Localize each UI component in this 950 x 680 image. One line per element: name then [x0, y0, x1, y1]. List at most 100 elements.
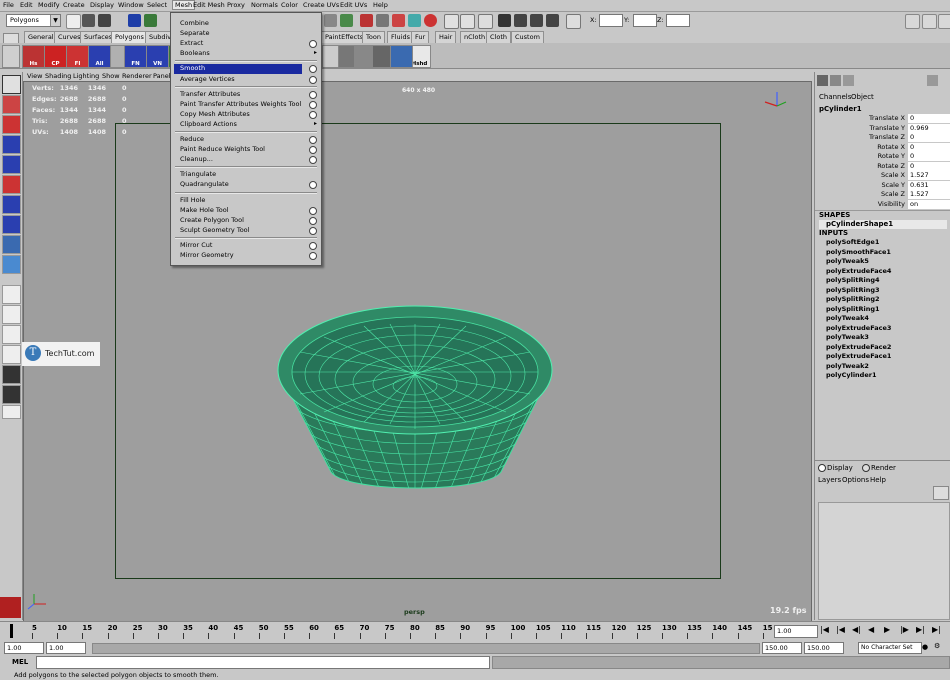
slider-icon[interactable] — [478, 14, 493, 29]
render-globals-icon[interactable] — [546, 14, 559, 27]
menu-select[interactable]: Select — [147, 1, 167, 9]
playback-end-field[interactable]: 150.00 — [762, 642, 802, 654]
help-menu[interactable]: Help — [870, 476, 886, 484]
last-tool-icon[interactable] — [2, 255, 21, 274]
channel-box-options-icon[interactable] — [927, 75, 938, 86]
shelf-button-fn[interactable]: FN — [124, 45, 147, 68]
option-box-icon[interactable] — [309, 146, 317, 155]
tab-painteffects[interactable]: PaintEffects — [321, 31, 368, 43]
show-manip-icon[interactable] — [2, 235, 21, 254]
option-box-icon[interactable] — [309, 156, 317, 165]
channel-visibility-value[interactable]: on — [908, 199, 950, 209]
end-time-field[interactable]: 150.00 — [804, 642, 844, 654]
menu-item-fill-hole[interactable]: Fill Hole — [171, 196, 321, 206]
menu-item-booleans[interactable]: Booleans ▸ — [171, 49, 321, 59]
menu-set-selector[interactable]: Polygons ▼ — [6, 14, 61, 27]
menu-item-copy-mesh-attributes[interactable]: Copy Mesh Attributes — [171, 110, 321, 120]
new-scene-icon[interactable] — [66, 14, 81, 29]
option-box-icon[interactable] — [309, 75, 317, 84]
current-time-marker[interactable] — [10, 624, 13, 638]
options-menu[interactable]: Options — [842, 476, 869, 484]
menu-normals[interactable]: Normals — [251, 1, 278, 9]
channel-box-mode-icon[interactable] — [817, 75, 828, 86]
shelf-menu-icon[interactable] — [2, 45, 20, 68]
option-box-icon[interactable] — [309, 216, 317, 225]
four-view-layout-icon[interactable] — [2, 305, 21, 324]
current-frame-field[interactable]: 1.00 — [774, 625, 818, 638]
go-to-end-icon[interactable]: ▶| — [932, 625, 941, 634]
shelf-button-fi[interactable]: FI — [66, 45, 89, 68]
option-box-icon[interactable] — [309, 65, 317, 74]
shelf-button-cp[interactable]: CP — [44, 45, 67, 68]
ipr-render-icon[interactable] — [530, 14, 543, 27]
step-back-icon[interactable]: ◀| — [852, 625, 861, 634]
tab-hair[interactable]: Hair — [435, 31, 457, 43]
menu-item-paint-reduce-weights-tool[interactable]: Paint Reduce Weights Tool — [171, 145, 321, 155]
input-node-polycylinder1[interactable]: polyCylinder1 — [826, 371, 876, 379]
channel-scale-y-value[interactable]: 0.631 — [908, 180, 950, 190]
input-node-polysmoothface1[interactable]: polySmoothFace1 — [826, 248, 891, 256]
start-time-field[interactable]: 1.00 — [4, 642, 44, 654]
play-forward-icon[interactable]: ▶ — [884, 625, 890, 634]
shelf-button-hs[interactable]: Hs — [22, 45, 45, 68]
playback-start-field[interactable]: 1.00 — [46, 642, 86, 654]
snap-point-icon[interactable] — [360, 14, 373, 27]
attribute-editor-toggle-icon[interactable] — [922, 14, 937, 29]
channel-rotate-y-value[interactable]: 0 — [908, 152, 950, 161]
channel-translate-y-value[interactable]: 0.969 — [908, 123, 950, 133]
construction-history-icon[interactable] — [424, 14, 437, 27]
z-field[interactable] — [666, 14, 690, 27]
y-field[interactable] — [633, 14, 657, 27]
menu-mesh[interactable]: Mesh — [172, 0, 196, 10]
channel-translate-z-value[interactable]: 0 — [908, 133, 950, 142]
menu-item-extract[interactable]: Extract — [171, 39, 321, 49]
render-view-icon[interactable] — [498, 14, 511, 27]
menu-item-make-hole-tool[interactable]: Make Hole Tool — [171, 206, 321, 216]
input-node-polysplitring4[interactable]: polySplitRing4 — [826, 276, 880, 284]
step-forward-icon[interactable]: |▶ — [900, 625, 909, 634]
menu-item-separate[interactable]: Separate — [171, 29, 321, 39]
channel-scale-z-value[interactable]: 1.527 — [908, 190, 950, 199]
output-line-icon[interactable] — [460, 14, 475, 29]
menu-item-paint-transfer-attributes-weights-tool[interactable]: Paint Transfer Attributes Weights Tool — [171, 100, 321, 110]
menu-item-sculpt-geometry-tool[interactable]: Sculpt Geometry Tool — [171, 226, 321, 236]
menu-item-mirror-cut[interactable]: Mirror Cut — [171, 241, 321, 251]
tab-ncloth[interactable]: nCloth — [460, 31, 490, 43]
option-box-icon[interactable] — [309, 241, 317, 250]
object-name[interactable]: pCylinder1 — [819, 105, 862, 113]
panel-menu-renderer[interactable]: Renderer — [122, 72, 152, 80]
mel-label[interactable]: MEL — [12, 658, 28, 666]
input-node-polyextrudeface4[interactable]: polyExtrudeFace4 — [826, 267, 891, 275]
menu-modify[interactable]: Modify — [38, 1, 60, 9]
layer-editor-mode-icon[interactable] — [830, 75, 841, 86]
input-node-polysplitring2[interactable]: polySplitRing2 — [826, 295, 880, 303]
shelf-button-all[interactable]: All — [88, 45, 111, 68]
snap-curve-icon[interactable] — [340, 14, 353, 27]
render-radio[interactable] — [862, 464, 870, 472]
render-layout-icon[interactable] — [2, 385, 21, 404]
input-node-polytweak5[interactable]: polyTweak5 — [826, 257, 869, 265]
object-menu[interactable]: Object — [851, 93, 874, 101]
go-to-start-icon[interactable]: |◀ — [820, 625, 829, 634]
option-box-icon[interactable] — [309, 100, 317, 109]
menu-window[interactable]: Window — [118, 1, 144, 9]
menu-help[interactable]: Help — [373, 1, 388, 9]
custom-layout-icon[interactable] — [2, 405, 21, 419]
option-box-icon[interactable] — [309, 136, 317, 144]
play-backward-icon[interactable]: ◀ — [868, 625, 874, 634]
x-field[interactable] — [599, 14, 623, 27]
option-box-icon[interactable] — [309, 110, 317, 119]
step-back-key-icon[interactable]: |◀ — [836, 625, 845, 634]
combined-mode-icon[interactable] — [843, 75, 854, 86]
channel-scale-x-value[interactable]: 1.527 — [908, 171, 950, 180]
time-slider[interactable]: 5 10 15 20 25 30 35 40 45 50 55 60 65 70 75 80 85 90 95 100… — [0, 621, 950, 640]
input-node-polytweak4[interactable]: polyTweak4 — [826, 314, 869, 322]
make-live-icon[interactable] — [392, 14, 405, 27]
menu-proxy[interactable]: Proxy — [227, 1, 245, 9]
input-node-polysoftedge1[interactable]: polySoftEdge1 — [826, 238, 879, 246]
menu-edit-mesh[interactable]: Edit Mesh — [193, 1, 225, 9]
channel-rotate-z-value[interactable]: 0 — [908, 161, 950, 171]
menu-color[interactable]: Color — [281, 1, 298, 9]
option-box-icon[interactable] — [309, 181, 317, 190]
shelf-tool-icon[interactable] — [390, 45, 413, 68]
